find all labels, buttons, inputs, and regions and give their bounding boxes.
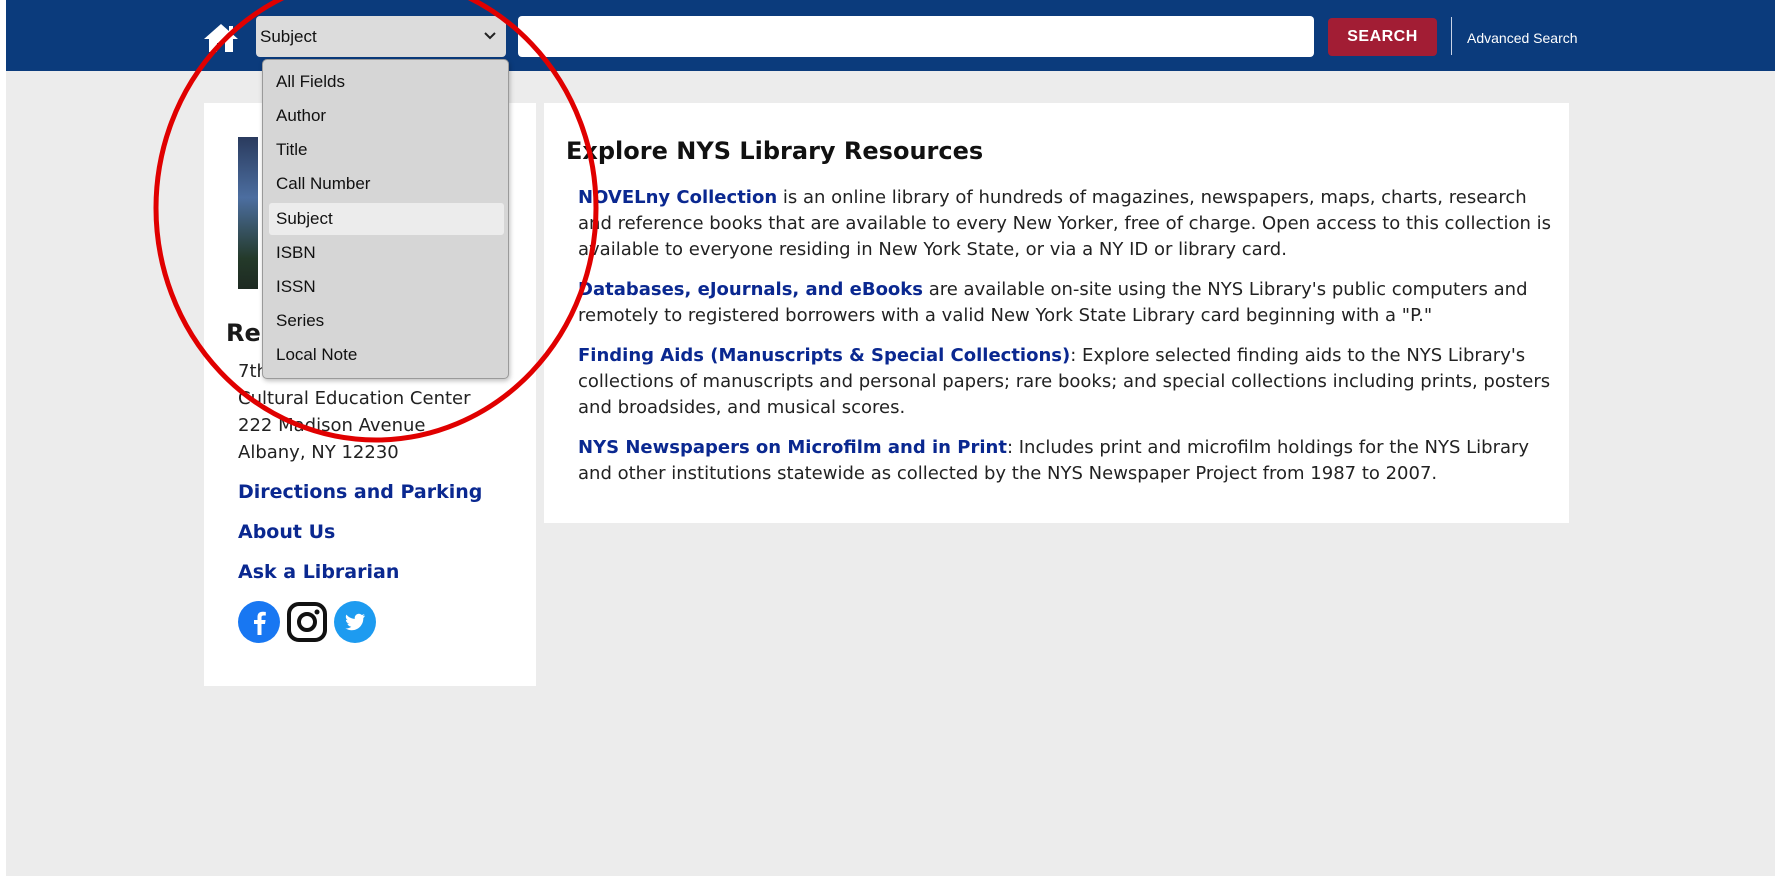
twitter-icon[interactable]	[334, 601, 376, 643]
search-button[interactable]: SEARCH	[1328, 18, 1437, 56]
sidebar-heading: Re	[226, 319, 261, 347]
facebook-icon[interactable]	[238, 601, 280, 643]
page-title: Explore NYS Library Resources	[566, 137, 984, 165]
search-scope-value: Subject	[260, 27, 317, 46]
search-scope-select[interactable]: Subject	[256, 16, 506, 57]
resource-paragraph: Finding Aids (Manuscripts & Special Coll…	[578, 343, 1553, 421]
dropdown-option-issn[interactable]: ISSN	[269, 271, 504, 303]
resource-paragraph: NYS Newspapers on Microfilm and in Print…	[578, 435, 1553, 487]
dropdown-option-call-number[interactable]: Call Number	[269, 168, 504, 200]
ask-librarian-link[interactable]: Ask a Librarian	[238, 561, 399, 583]
dropdown-option-all-fields[interactable]: All Fields	[269, 66, 504, 98]
databases-link[interactable]: Databases, eJournals, and eBooks	[578, 279, 923, 300]
advanced-search-link[interactable]: Advanced Search	[1467, 30, 1578, 46]
main-content-card: Explore NYS Library Resources NOVELny Co…	[544, 103, 1569, 523]
dropdown-option-isbn[interactable]: ISBN	[269, 237, 504, 269]
building-photo	[238, 137, 258, 289]
dropdown-option-series[interactable]: Series	[269, 305, 504, 337]
instagram-icon[interactable]	[286, 601, 328, 643]
address-line: Cultural Education Center	[238, 388, 471, 409]
resource-paragraph: NOVELny Collection is an online library …	[578, 185, 1553, 263]
divider	[1451, 17, 1452, 55]
finding-aids-link[interactable]: Finding Aids (Manuscripts & Special Coll…	[578, 345, 1070, 366]
dropdown-option-author[interactable]: Author	[269, 100, 504, 132]
address-line: Albany, NY 12230	[238, 442, 399, 463]
dropdown-option-subject[interactable]: Subject	[269, 203, 504, 235]
directions-link[interactable]: Directions and Parking	[238, 481, 482, 503]
search-input[interactable]	[518, 16, 1314, 57]
home-icon[interactable]	[202, 22, 240, 54]
address-line: 222 Madison Avenue	[238, 415, 426, 436]
dropdown-option-local-note[interactable]: Local Note	[269, 339, 504, 371]
about-link[interactable]: About Us	[238, 521, 335, 543]
novelny-link[interactable]: NOVELny Collection	[578, 187, 777, 208]
newspapers-link[interactable]: NYS Newspapers on Microfilm and in Print	[578, 437, 1007, 458]
resource-paragraph: Databases, eJournals, and eBooks are ava…	[578, 277, 1553, 329]
dropdown-option-title[interactable]: Title	[269, 134, 504, 166]
search-scope-dropdown: All Fields Author Title Call Number Subj…	[262, 59, 509, 379]
page: Subject SEARCH Advanced Search Re 7th Fl…	[6, 0, 1775, 876]
